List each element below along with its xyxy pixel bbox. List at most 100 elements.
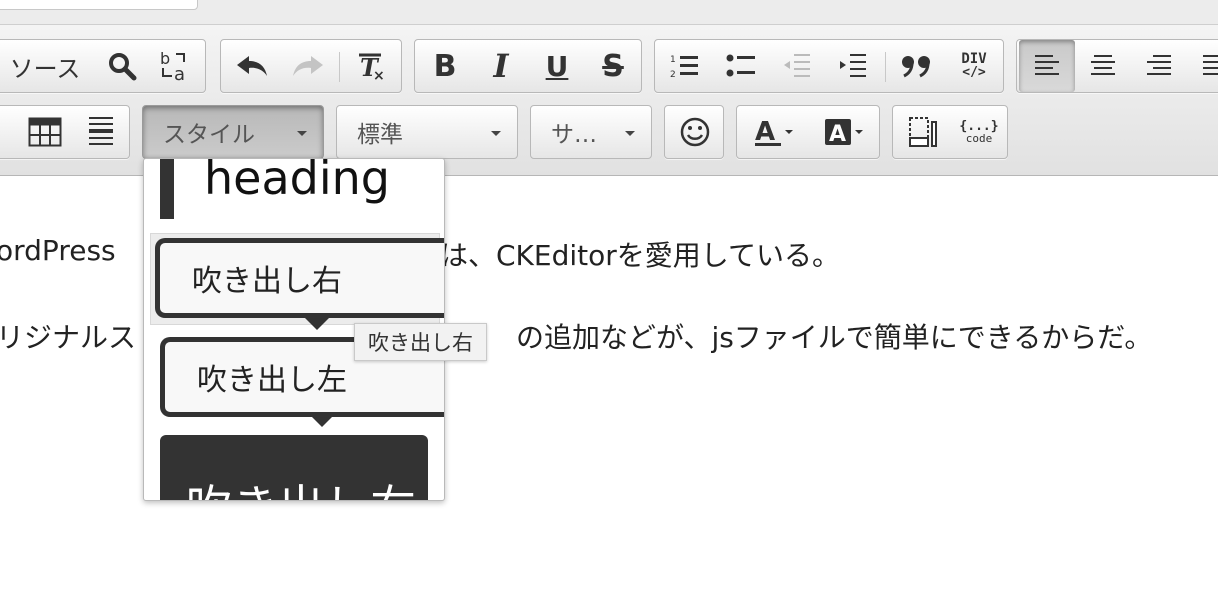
format-combo[interactable]: 標準: [336, 105, 518, 159]
numbered-list-button[interactable]: 1 2: [657, 40, 713, 92]
font-size-combo-label: サ…: [551, 122, 597, 148]
undo-button[interactable]: [225, 40, 279, 92]
code-snippet-icon: {...}: [959, 118, 999, 134]
bubble-tail: [310, 415, 334, 427]
redo-button[interactable]: [281, 40, 335, 92]
style-item-bubble-right[interactable]: 吹き出し右: [150, 233, 444, 330]
style-item-bubble-right-label: 吹き出し右: [192, 264, 342, 299]
horizontal-rule-icon: [89, 117, 113, 145]
strikethrough-icon: S: [602, 48, 624, 84]
svg-text:A: A: [829, 122, 846, 147]
style-item-bubble-left-label: 吹き出し左: [197, 363, 347, 398]
align-center-icon: [1091, 55, 1115, 75]
svg-text:2: 2: [670, 70, 676, 80]
redo-icon: [293, 56, 323, 76]
horizontal-rule-button[interactable]: [73, 106, 129, 158]
paragraph-2-start: リジナルス: [0, 321, 137, 354]
toolbar-group-colors: A A: [736, 105, 880, 159]
toolbar-group-smiley: [664, 105, 724, 159]
text-color-button[interactable]: A: [741, 106, 809, 158]
background-color-icon: A: [825, 119, 863, 147]
find-button[interactable]: [99, 40, 145, 92]
remove-format-icon: T ×: [359, 53, 385, 82]
underline-button[interactable]: U: [529, 40, 585, 92]
outdent-button[interactable]: [769, 40, 825, 92]
background-color-button[interactable]: A: [811, 106, 879, 158]
toolbar-group-undo: T ×: [220, 39, 402, 93]
preview-icon: [909, 117, 937, 147]
chevron-down-icon: [491, 131, 501, 136]
format-combo-label: 標準: [357, 122, 403, 148]
indent-button[interactable]: [825, 40, 881, 92]
title-field[interactable]: [0, 0, 198, 10]
search-icon: [109, 53, 137, 81]
blockquote-icon: [902, 56, 930, 78]
italic-button[interactable]: I: [473, 40, 529, 92]
paragraph-1-end: は、CKEditorを愛用している。: [440, 239, 840, 272]
align-right-button[interactable]: [1131, 40, 1187, 92]
replace-button[interactable]: b a: [151, 40, 197, 92]
bubble-right-preview: 吹き出し右: [155, 238, 444, 318]
svg-text:a: a: [174, 64, 185, 84]
paragraph-2-end: の追加などが、jsファイルで簡単にできるからだ。: [516, 321, 1153, 354]
toolbar-group-basicstyles: B I U S: [414, 39, 642, 93]
chevron-down-icon: [297, 131, 307, 136]
styles-combo-label: スタイル: [163, 122, 255, 148]
source-button[interactable]: ソース: [1, 40, 89, 92]
replace-icon: b a: [160, 49, 185, 84]
indent-icon: [840, 54, 866, 77]
toolbar-group-align: [1016, 39, 1218, 93]
undo-icon: [237, 56, 267, 76]
div-code-glyph: </>: [962, 65, 986, 80]
text-color-icon: A: [755, 117, 793, 147]
underline-icon: U: [545, 49, 569, 83]
tooltip-text: 吹き出し右: [368, 331, 473, 355]
remove-format-button[interactable]: T ×: [343, 40, 399, 92]
toolbar-separator: [885, 52, 886, 82]
toolbar-group-tools: {...} code: [892, 105, 1008, 159]
table-button[interactable]: [17, 106, 73, 158]
styles-combo[interactable]: スタイル: [142, 105, 324, 159]
code-snippet-button[interactable]: {...} code: [951, 106, 1007, 158]
italic-icon: I: [493, 47, 509, 85]
svg-text:b: b: [160, 49, 170, 68]
div-icon: DIV: [961, 51, 987, 67]
blockquote-button[interactable]: [889, 40, 945, 92]
strikethrough-button[interactable]: S: [585, 40, 641, 92]
toolbar-group-insert: [0, 105, 130, 159]
align-left-icon: [1035, 55, 1059, 75]
align-center-button[interactable]: [1075, 40, 1131, 92]
chevron-down-icon: [625, 131, 635, 136]
svg-text:1: 1: [670, 55, 676, 65]
source-label: ソース: [9, 54, 81, 83]
style-item-heading[interactable]: heading: [144, 159, 444, 227]
svg-text:×: ×: [373, 68, 385, 82]
smiley-icon: [680, 117, 710, 147]
numbered-list-icon: 1 2: [670, 55, 698, 80]
smiley-button[interactable]: [667, 106, 723, 158]
justify-button[interactable]: [1187, 40, 1218, 92]
outdent-icon: [784, 54, 810, 77]
justify-icon: [1203, 55, 1218, 75]
bold-icon: B: [433, 48, 457, 84]
toolbar-separator: [339, 52, 340, 82]
font-size-combo[interactable]: サ…: [530, 105, 652, 159]
svg-text:A: A: [755, 117, 775, 147]
div-button[interactable]: DIV </>: [945, 40, 1003, 92]
table-icon: [28, 117, 62, 147]
align-left-button[interactable]: [1019, 40, 1075, 92]
paragraph-1-start: ordPress: [0, 234, 116, 267]
bulleted-list-button[interactable]: [713, 40, 769, 92]
dark-block-preview: 吹き出し右: [160, 435, 428, 500]
style-item-dark-block-label: 吹き出し右: [186, 471, 416, 500]
preview-button[interactable]: [895, 106, 951, 158]
bubble-tail: [305, 318, 329, 330]
toolbar-group-paragraph: 1 2 DIV </>: [654, 39, 1004, 93]
code-snippet-caption: code: [965, 131, 993, 145]
style-item-heading-label: heading: [204, 158, 390, 205]
align-right-icon: [1147, 55, 1171, 75]
bulleted-list-icon: [726, 54, 755, 77]
bold-button[interactable]: B: [417, 40, 473, 92]
editor-toolbar: ソース b a T × B I U S 1 2 DIV </> スタイル 標準 …: [0, 24, 1218, 176]
tooltip: 吹き出し右: [354, 323, 487, 361]
